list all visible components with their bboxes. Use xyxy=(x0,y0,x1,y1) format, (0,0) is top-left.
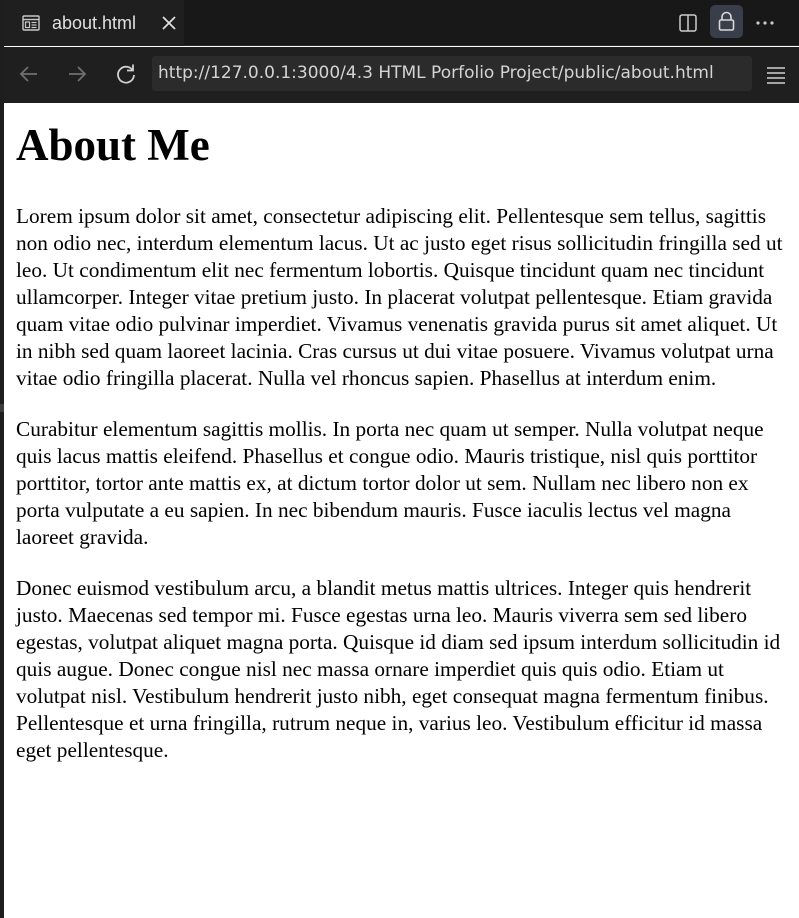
window-left-edge xyxy=(0,0,4,918)
reload-icon[interactable] xyxy=(113,61,139,87)
url-input[interactable] xyxy=(152,56,752,91)
arrow-right-icon[interactable] xyxy=(64,61,90,87)
paragraph-3: Donec euismod vestibulum arcu, a blandit… xyxy=(16,576,781,762)
split-editor-icon[interactable] xyxy=(677,12,699,34)
tab-about-html[interactable]: about.html xyxy=(4,0,184,46)
browser-window: about.html http://127.0.0.1:3000/4.3 HTM… xyxy=(0,0,799,918)
lock-icon xyxy=(718,11,735,31)
close-icon[interactable] xyxy=(159,13,179,33)
paragraph-2: Curabitur elementum sagittis mollis. In … xyxy=(16,417,764,549)
navigation-bar xyxy=(0,47,799,103)
resize-sash[interactable] xyxy=(0,404,4,412)
paragraph-1: Lorem ipsum dolor sit amet, consectetur … xyxy=(16,204,783,390)
lock-button[interactable] xyxy=(710,5,743,38)
tab-bar: about.html xyxy=(0,0,799,46)
page-title: About Me xyxy=(16,120,210,170)
arrow-left-icon[interactable] xyxy=(16,61,42,87)
tab-title: about.html xyxy=(52,13,137,33)
hamburger-menu-icon[interactable] xyxy=(765,64,787,86)
preview-page-icon xyxy=(22,15,40,31)
page-content: About Me Lorem ipsum dolor sit amet, con… xyxy=(4,103,799,918)
more-actions-icon[interactable] xyxy=(754,12,776,34)
